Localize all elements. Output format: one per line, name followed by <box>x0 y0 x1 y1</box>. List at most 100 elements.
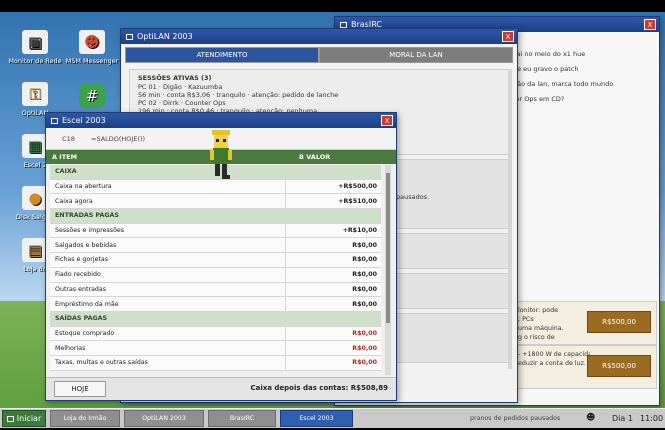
chat-line: ter Ops em CD? <box>513 95 565 103</box>
cell-value[interactable]: R$0,00 <box>286 345 381 352</box>
cell-item[interactable]: Sessões e impressões <box>50 223 286 238</box>
escel-scrollbar[interactable] <box>385 165 391 375</box>
chat-line: cai no meio do x1 hue <box>513 50 586 58</box>
chat-line: gão da lan, marca todo mundo <box>513 80 614 88</box>
hoje-button[interactable]: HOJE <box>54 381 106 397</box>
tab-moral-da-lan[interactable]: MORAL DA LAN <box>319 47 513 63</box>
table-row[interactable]: Sessões e impressões +R$10,00 <box>50 223 381 239</box>
sessions-header: SESSÕES ATIVAS (3) <box>138 74 212 82</box>
start-label: Iniciar <box>16 414 42 423</box>
optilan-scrollbar[interactable] <box>508 69 512 369</box>
cell-value[interactable]: R$0,00 <box>286 359 381 366</box>
cell-value[interactable]: R$0,00 <box>286 330 381 337</box>
footer-total: Caixa depois das contas: R$508,89 <box>250 384 388 392</box>
app-icon: ☻ <box>79 30 105 54</box>
letterbox-top <box>0 0 665 12</box>
taskbar-task[interactable]: Escel 2003 <box>280 410 353 427</box>
table-row[interactable]: Outras entradas R$0,00 <box>50 282 381 298</box>
table-row[interactable]: Empréstimo da mãe R$0,00 <box>50 297 381 312</box>
table-row[interactable]: Estoque comprado R$0,00 <box>50 326 381 342</box>
escel-footer: HOJE Caixa depois das contas: R$508,89 <box>46 377 396 400</box>
cell-item[interactable]: Empréstimo da mãe <box>50 297 286 311</box>
taskbar-task[interactable]: BrasIRC <box>208 410 276 427</box>
session-detail: 56 min · conta R$3,06 · tranquilo · aten… <box>138 91 339 99</box>
optilan-title: OptiLAN 2003 <box>137 32 193 41</box>
optilan-status-text: pausados. <box>396 193 430 201</box>
app-icon: ⚿ <box>22 82 48 106</box>
taskbar-task[interactable]: Loja do Irmão <box>50 410 120 427</box>
cell-value[interactable]: +R$10,00 <box>286 227 381 234</box>
cell-item[interactable]: SAÍDAS PAGAS <box>50 312 286 326</box>
table-row[interactable]: Taxas, multas e outras saídas R$0,00 <box>50 355 381 371</box>
cell-item[interactable]: Salgados e bebidas <box>50 238 286 253</box>
desktop-icon-label: Monitor de Rede <box>8 57 62 65</box>
brasirc-close-button[interactable]: X <box>644 19 656 30</box>
cell-item[interactable]: Estoque comprado <box>50 326 286 341</box>
tray-character-icon[interactable]: ☻ <box>586 413 595 423</box>
formula-text[interactable]: =SALDO(HOJE()) <box>91 135 145 143</box>
cell-item[interactable]: Taxas, multas e outras saídas <box>50 355 286 370</box>
window-icon <box>126 33 133 40</box>
cell-item[interactable]: CAIXA <box>50 165 286 179</box>
window-icon <box>51 117 58 124</box>
escel-close-button[interactable]: X <box>381 115 393 126</box>
taskbar: Iniciar Loja do Irmão OptiLAN 2003 BrasIRC… <box>0 408 665 428</box>
table-row[interactable]: Caixa na abertura +R$500,00 <box>50 179 381 195</box>
tab-atendimento[interactable]: ATENDIMENTO <box>125 47 319 63</box>
cell-value[interactable]: R$0,00 <box>286 256 381 263</box>
column-header-b[interactable]: B VALOR <box>291 153 330 161</box>
cell-value[interactable]: +R$510,00 <box>286 198 381 205</box>
escel-titlebar[interactable]: Escel 2003 <box>46 113 396 128</box>
tray-day: Dia 1 <box>612 414 633 423</box>
irc-offer-text: - +1800 W de capacidade. Segura o salão … <box>518 351 590 367</box>
desktop-icon[interactable]: ▣ Monitor de Rede <box>5 30 65 65</box>
session-pc: PC 02 · Dirrk · Counter Ops <box>138 99 226 107</box>
irc-offer-price-button[interactable]: R$500,00 <box>587 355 651 377</box>
messenger-badge-icon[interactable]: # <box>62 84 122 111</box>
section-row[interactable]: ENTRADAS PAGAS <box>50 209 381 224</box>
cell-value[interactable]: +R$500,00 <box>286 183 381 190</box>
cell-item[interactable]: Caixa agora <box>50 194 286 209</box>
window-icon <box>340 21 347 28</box>
cell-item[interactable]: Outras entradas <box>50 282 286 297</box>
cell-value[interactable]: R$0,00 <box>286 286 381 293</box>
column-header-a[interactable]: A ITEM <box>46 153 291 161</box>
table-row[interactable]: Melhorias R$0,00 <box>50 341 381 356</box>
scrollbar-thumb[interactable] <box>386 173 390 323</box>
cell-item[interactable]: Fiado recebido <box>50 267 286 282</box>
desktop-icon-label: MSM Messenger <box>65 57 119 65</box>
taskbar-tasks: Loja do Irmão OptiLAN 2003 BrasIRC Escel 20… <box>46 410 353 427</box>
table-row[interactable]: Salgados e bebidas R$0,00 <box>50 238 381 254</box>
irc-offer-price-button[interactable]: R$500,00 <box>587 311 651 333</box>
optilan-close-button[interactable]: X <box>502 31 514 42</box>
start-button[interactable]: Iniciar <box>2 410 46 427</box>
escel-title: Escel 2003 <box>62 116 106 125</box>
cell-item[interactable]: ENTRADAS PAGAS <box>50 209 286 223</box>
cell-item[interactable]: Caixa na abertura <box>50 179 286 194</box>
chat-line: ue eu gravo o patch <box>513 65 579 73</box>
mascot-sprite <box>210 130 232 179</box>
cell-reference[interactable]: C18 <box>46 135 91 143</box>
tray-clock: 11:00 <box>640 414 664 423</box>
cell-value[interactable]: R$0,00 <box>286 242 381 249</box>
cell-value[interactable]: R$0,00 <box>286 301 381 308</box>
app-icon: ▣ <box>22 30 48 54</box>
table-row[interactable]: Caixa agora +R$510,00 <box>50 194 381 210</box>
tray-status: pranos de pedidos pausados <box>470 415 561 422</box>
cell-item[interactable]: Melhorias <box>50 341 286 355</box>
optilan-titlebar[interactable]: OptiLAN 2003 <box>121 29 517 44</box>
start-icon <box>6 415 14 422</box>
irc-offer-text: lonitor: pode ; PCs uma máquina. g o ris… <box>518 307 564 341</box>
desktop-icon[interactable]: ☻ MSM Messenger <box>62 30 122 65</box>
table-row[interactable]: Fiado recebido R$0,00 <box>50 267 381 283</box>
table-row[interactable]: Fichas e gorjetas R$0,00 <box>50 253 381 268</box>
irc-chat-log: cai no meio do x1 hue ue eu gravo o patch… <box>513 47 613 107</box>
spreadsheet-rows: CAIXA Caixa na abertura +R$500,00 Caixa ago… <box>50 165 381 371</box>
cell-item[interactable]: Fichas e gorjetas <box>50 253 286 267</box>
cell-value[interactable]: R$0,00 <box>286 271 381 278</box>
taskbar-task[interactable]: OptiLAN 2003 <box>124 410 204 427</box>
section-row[interactable]: SAÍDAS PAGAS <box>50 311 381 327</box>
chat-bubble-icon: # <box>79 84 105 108</box>
optilan-tabs: ATENDIMENTO MORAL DA LAN <box>125 47 513 63</box>
session-pc: PC 01 · Digão · Kazuumba <box>138 83 223 91</box>
